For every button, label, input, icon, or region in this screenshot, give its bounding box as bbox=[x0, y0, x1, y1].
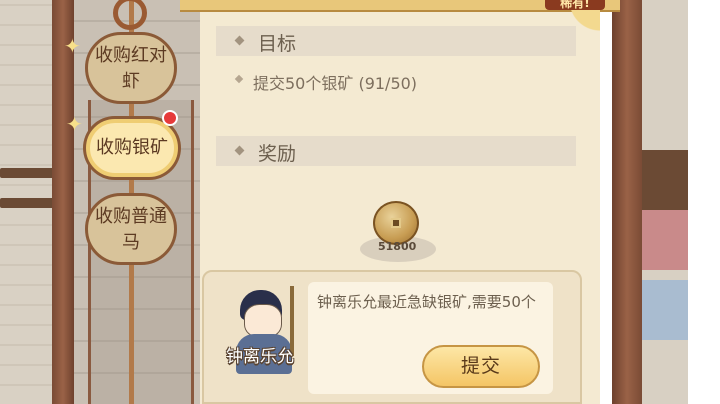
quest-tab-label: 收购银矿 bbox=[96, 137, 168, 158]
notification-dot bbox=[162, 110, 178, 126]
background-left bbox=[0, 0, 60, 404]
submit-button[interactable]: 提交 bbox=[422, 345, 540, 388]
shelf bbox=[0, 198, 56, 208]
wood-frame-left bbox=[52, 0, 74, 404]
sparkle-icon: ✦ bbox=[66, 112, 83, 136]
npc-name: 钟离乐允 bbox=[226, 347, 294, 367]
npc-face bbox=[244, 304, 282, 338]
quest-tab-label: 收购红对 bbox=[95, 45, 167, 66]
cloth bbox=[640, 210, 688, 270]
reward-coin-amount: 51800 bbox=[378, 240, 417, 253]
rarity-badge: 稀有! bbox=[545, 0, 605, 10]
quest-tab-common-horse[interactable]: 收购普通 马 bbox=[85, 193, 177, 265]
sparkle-icon: ✦ bbox=[64, 34, 81, 58]
cloth bbox=[640, 280, 688, 340]
quest-tab-label: 虾 bbox=[122, 71, 140, 92]
diamond-bullet-icon bbox=[234, 145, 245, 156]
goal-title: 目标 bbox=[258, 33, 297, 55]
copper-coin-icon[interactable] bbox=[373, 201, 419, 245]
background-right bbox=[640, 0, 688, 404]
reward-header: 奖励 bbox=[216, 136, 576, 166]
npc-dialog-text: 钟离乐允最近急缺银矿,需要50个 bbox=[317, 293, 536, 311]
submit-button-label: 提交 bbox=[460, 355, 501, 377]
goal-item-text: 提交50个银矿 (91/50) bbox=[253, 74, 418, 93]
quest-tab-red-shrimp[interactable]: 收购红对 虾 bbox=[85, 32, 177, 104]
shelf bbox=[640, 150, 688, 210]
coin-square-hole bbox=[391, 218, 401, 228]
goal-header: 目标 bbox=[216, 26, 576, 56]
game-scene: 稀有! 目标 提交50个银矿 (91/50) 奖励 51800 钟离乐允 钟离乐… bbox=[0, 0, 720, 404]
quest-tab-silver-ore[interactable]: 收购银矿 bbox=[86, 119, 178, 177]
reward-title: 奖励 bbox=[258, 143, 297, 165]
quest-tab-label: 马 bbox=[122, 232, 140, 253]
shelf bbox=[0, 168, 56, 178]
quest-tab-label: 收购普通 bbox=[95, 206, 167, 227]
wood-frame-right bbox=[612, 0, 642, 404]
diamond-bullet-icon bbox=[234, 35, 245, 46]
letterbox bbox=[688, 0, 720, 404]
